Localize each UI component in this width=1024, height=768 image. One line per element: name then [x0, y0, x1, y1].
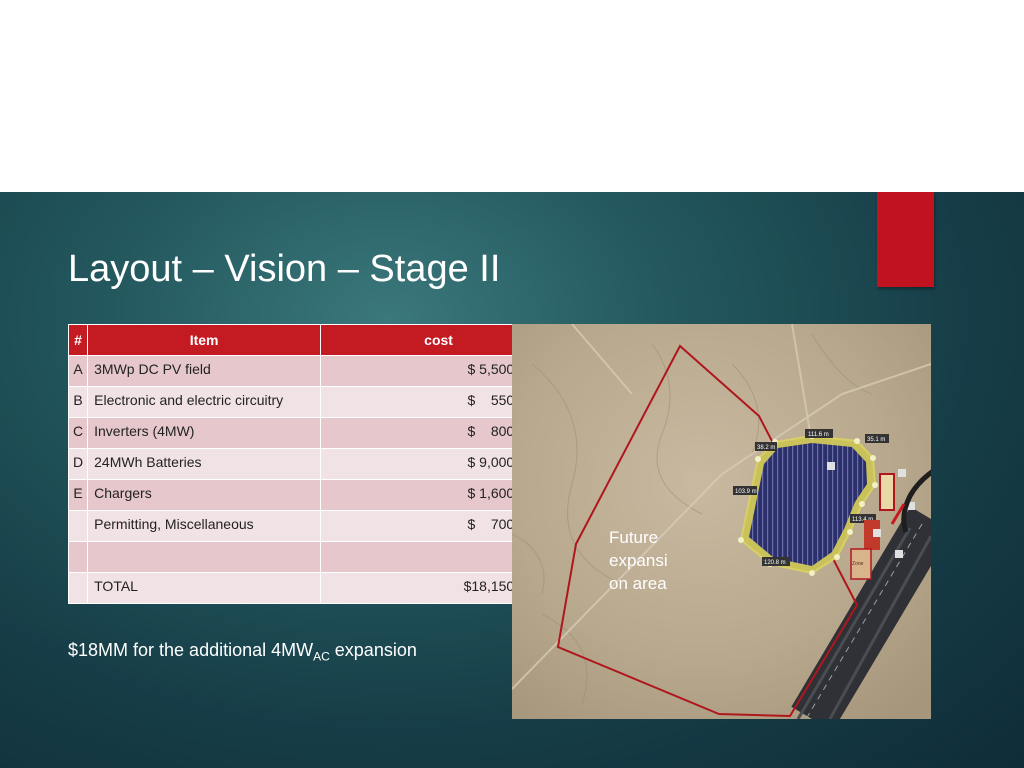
table-row: [67, 541, 557, 573]
measure-top-right: 35.1 m: [867, 437, 885, 443]
accent-tab: [877, 192, 934, 287]
table-row-total: TOTAL $18,150,000.-: [67, 572, 557, 604]
future-expansion-label: Future expansi on area: [609, 528, 672, 593]
row-num: E: [67, 479, 89, 511]
row-item: 24MWh Batteries: [87, 448, 322, 480]
row-num: B: [67, 386, 89, 418]
summary-sub: AC: [313, 649, 330, 664]
slide: Layout – Vision – Stage II # Item cost A…: [0, 192, 1024, 768]
table-row: B Electronic and electric circuitry $ 55…: [67, 386, 557, 418]
row-num: [67, 572, 89, 604]
row-item: TOTAL: [87, 572, 322, 604]
header-item: Item: [87, 324, 322, 356]
measure-top-left: 38.2 m: [757, 445, 775, 451]
table-row: D 24MWh Batteries $ 9,000,000.-: [67, 448, 557, 480]
table-row: C Inverters (4MW) $ 800,000.-: [67, 417, 557, 449]
future-label-line-1: Future: [609, 528, 658, 547]
row-num: C: [67, 417, 89, 449]
measure-top: 111.6 m: [808, 432, 829, 438]
summary-after: expansion: [329, 640, 417, 660]
row-num: A: [67, 355, 89, 387]
row-num: [67, 510, 89, 542]
measure-bottom: 120.8 m: [764, 560, 786, 566]
table-row: Permitting, Miscellaneous $ 700,000.-: [67, 510, 557, 542]
summary-before: $18MM for the additional 4MW: [68, 640, 314, 660]
header-num: #: [67, 324, 89, 356]
row-item: Permitting, Miscellaneous: [87, 510, 322, 542]
row-item: Electronic and electric circuitry: [87, 386, 322, 418]
row-item: Inverters (4MW): [87, 417, 322, 449]
row-num: D: [67, 448, 89, 480]
measure-left: 103.9 m: [735, 489, 757, 495]
row-num: [67, 541, 89, 573]
table-header-row: # Item cost: [67, 324, 557, 356]
summary-text: $18MM for the additional 4MWAC expansion: [68, 640, 417, 664]
zone-label: Zone: [852, 561, 864, 567]
row-item: [87, 541, 322, 573]
future-label-line-3: on area: [609, 574, 667, 593]
row-item: 3MWp DC PV field: [87, 355, 322, 387]
cost-table: # Item cost A 3MWp DC PV field $ 5,500,0…: [67, 324, 557, 604]
slide-title: Layout – Vision – Stage II: [68, 248, 501, 290]
row-item: Chargers: [87, 479, 322, 511]
table-row: E Chargers $ 1,600,000.-: [67, 479, 557, 511]
future-label-line-2: expansi: [609, 551, 668, 570]
table-row: A 3MWp DC PV field $ 5,500,000.-: [67, 355, 557, 387]
site-aerial-map: Future expansi on area 111.6 m 35.1 m 38…: [512, 324, 931, 719]
